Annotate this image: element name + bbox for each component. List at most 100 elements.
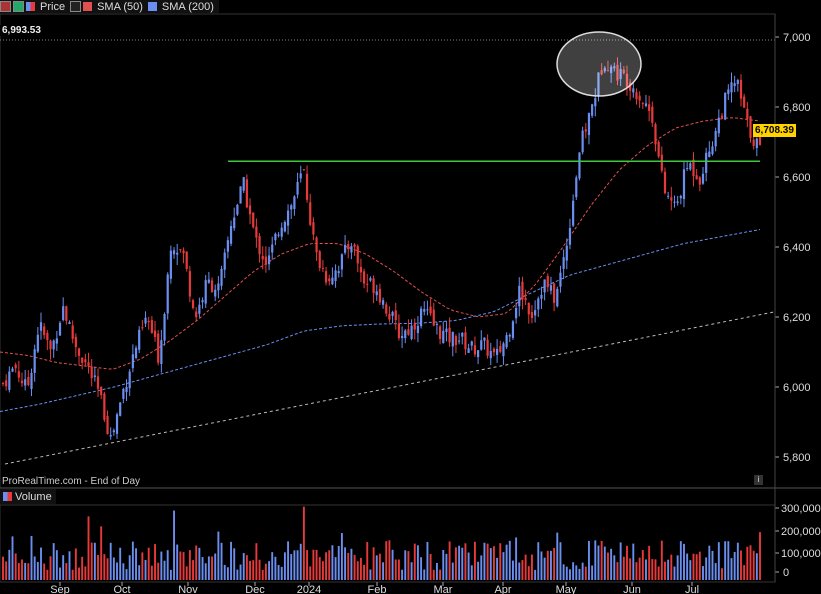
volume-bar	[717, 542, 720, 580]
volume-bar	[40, 547, 42, 580]
candle-body	[457, 340, 461, 342]
candle-body	[524, 297, 527, 301]
candle-body	[134, 347, 138, 358]
price-tick-label: 5,800	[783, 452, 811, 464]
sma50-legend[interactable]: SMA (50)	[97, 1, 143, 13]
arrow-down-icon[interactable]	[0, 1, 11, 12]
candle-body	[169, 250, 172, 279]
candle-body	[296, 181, 299, 195]
price-legend[interactable]: Price	[40, 1, 65, 13]
candle-body	[242, 177, 245, 191]
volume-bar	[511, 560, 514, 580]
volume-legend[interactable]: Volume	[15, 491, 52, 503]
volume-bar	[499, 543, 502, 580]
volume-bar	[429, 554, 432, 580]
price-tick-label: 6,600	[783, 172, 811, 184]
candle-body	[454, 336, 458, 345]
volume-bar	[527, 566, 530, 580]
candle-body	[752, 139, 755, 146]
candle-body	[489, 351, 492, 359]
candle-body	[572, 200, 575, 226]
candle-body	[530, 312, 534, 318]
volume-bar	[302, 506, 305, 580]
candle-body	[131, 354, 134, 369]
arrow-up-icon[interactable]	[13, 1, 24, 12]
candle-body	[33, 349, 36, 373]
volume-bar	[21, 559, 23, 580]
volume-bar	[318, 557, 321, 580]
candle-body	[20, 380, 24, 384]
candle-body	[711, 146, 714, 155]
candle-body	[204, 280, 207, 304]
candle-body	[508, 334, 511, 337]
candle-body	[695, 175, 698, 180]
volume-bar	[705, 557, 708, 580]
candle-body	[423, 309, 426, 312]
candle-body	[372, 278, 375, 294]
candle-body	[125, 386, 128, 393]
candle-body	[49, 340, 52, 350]
candle-body	[432, 309, 435, 326]
candle-body	[581, 130, 584, 153]
candle-body	[499, 346, 502, 352]
volume-bar	[467, 552, 470, 580]
volume-bar	[369, 569, 372, 580]
candle-body	[543, 279, 546, 293]
volume-bar	[359, 557, 362, 580]
volume-bar	[448, 541, 451, 580]
volume-bar	[128, 555, 131, 580]
volume-bar	[543, 557, 546, 580]
candle-body	[692, 159, 695, 177]
volume-bar	[233, 548, 236, 580]
candle-body	[150, 320, 153, 333]
volume-bar	[496, 557, 499, 580]
volume-bar	[626, 545, 628, 580]
volume-bar	[670, 554, 673, 580]
volume-bar	[344, 547, 347, 580]
candle-body	[8, 371, 11, 390]
volume-bar	[531, 554, 533, 580]
candle-body	[153, 330, 157, 338]
volume-bar	[477, 561, 480, 580]
candle-body	[410, 325, 413, 339]
volume-bar	[641, 550, 644, 580]
volume-tick-label: 100,000	[781, 548, 821, 560]
candle-body	[179, 249, 182, 251]
candle-body	[84, 359, 87, 363]
volume-bar	[255, 543, 258, 580]
x-tick-label: May	[556, 584, 577, 594]
candle-body	[214, 289, 217, 297]
volume-tick-label: 200,000	[781, 526, 821, 538]
candle-body	[147, 320, 150, 322]
menu-icon[interactable]	[70, 1, 82, 12]
candle-body	[14, 364, 17, 369]
price-tick-label: 6,400	[783, 242, 811, 254]
candle-body	[58, 322, 62, 336]
volume-bar	[274, 556, 277, 580]
volume-bar	[306, 550, 309, 580]
sma200-legend[interactable]: SMA (200)	[162, 1, 214, 13]
candle-body	[553, 283, 556, 303]
volume-bar	[8, 549, 11, 580]
volume-bar	[173, 510, 175, 580]
volume-bar	[435, 562, 438, 580]
candle-body	[632, 88, 635, 93]
volume-bar	[711, 550, 714, 580]
candle-body	[641, 103, 644, 105]
volume-bar	[103, 554, 106, 580]
info-icon[interactable]: i	[754, 475, 763, 485]
candle-body	[429, 306, 432, 314]
volume-bar	[613, 555, 616, 580]
volume-bar	[309, 566, 312, 580]
volume-bar	[588, 540, 590, 580]
candle-body	[27, 376, 30, 385]
x-tick-label: 2024	[297, 584, 321, 594]
volume-bar	[242, 553, 245, 580]
volume-bar	[562, 564, 565, 580]
volume-bar	[746, 546, 749, 580]
sma200-line	[0, 229, 761, 412]
volume-bar	[287, 541, 290, 580]
volume-bar	[461, 547, 464, 580]
volume-bar	[397, 559, 400, 580]
volume-tick-label: 0	[783, 567, 789, 579]
